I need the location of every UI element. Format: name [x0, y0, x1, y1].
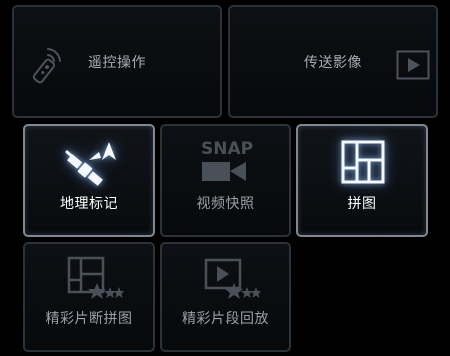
collage-stars-icon: [67, 256, 125, 306]
snap-camera-icon: SNAP: [200, 138, 256, 188]
playback-stars-icon: [204, 258, 262, 306]
highlight-collage-button[interactable]: 精彩片断拼图: [23, 242, 155, 352]
highlight-collage-label: 精彩片断拼图: [45, 311, 133, 327]
video-snapshot-button[interactable]: SNAP 视频快照: [160, 124, 291, 237]
video-snapshot-label: 视频快照: [196, 196, 255, 212]
send-images-button[interactable]: 传送影像: [228, 5, 438, 118]
geotag-button[interactable]: 地理标记: [23, 124, 155, 237]
remote-control-label: 遥控操作: [88, 54, 146, 71]
svg-text:SNAP: SNAP: [201, 139, 253, 159]
highlight-playback-label: 精彩片段回放: [182, 311, 269, 327]
collage-label: 拼图: [347, 196, 377, 212]
send-images-label: 传送影像: [304, 54, 362, 71]
satellite-geotag-icon: [59, 138, 123, 198]
remote-control-button[interactable]: 遥控操作: [12, 5, 222, 118]
function-menu-screen: 遥控操作 传送影像 地理标记 SNAP 视频快照 拼图 精彩片断拼图 精彩片段回…: [0, 0, 450, 356]
highlight-playback-button[interactable]: 精彩片段回放: [160, 242, 291, 352]
collage-button[interactable]: 拼图: [296, 124, 428, 237]
collage-grid-icon: [341, 140, 385, 188]
geotag-label: 地理标记: [60, 196, 118, 212]
